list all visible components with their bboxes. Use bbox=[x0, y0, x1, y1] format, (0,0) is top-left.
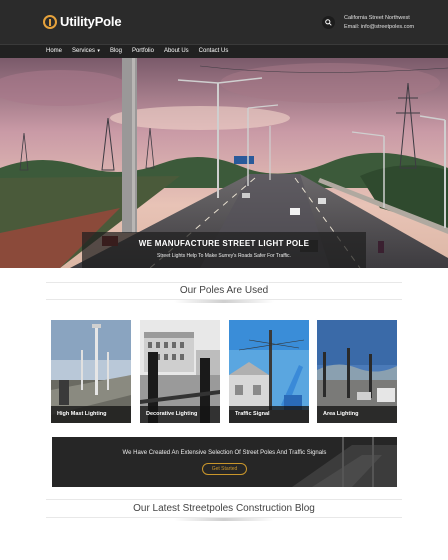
blog-section-title: Our Latest Streetpoles Construction Blog bbox=[133, 503, 315, 514]
nav-item-portfolio[interactable]: Portfolio bbox=[132, 47, 154, 56]
nav-item-contact-us[interactable]: Contact Us bbox=[199, 47, 229, 56]
get-started-button[interactable]: Get Started bbox=[202, 463, 247, 475]
contact-info: California Street Northwest Email: info@… bbox=[344, 14, 414, 32]
nav-item-about-us[interactable]: About Us bbox=[164, 47, 189, 56]
title-underline bbox=[174, 518, 274, 521]
nav-item-services-label: Services bbox=[72, 48, 96, 54]
card-label: Area Lighting bbox=[317, 406, 397, 423]
main-nav: Home Services ▾ Blog Portfolio About Us … bbox=[0, 44, 448, 58]
card-label: High Mast Lighting bbox=[51, 406, 131, 423]
card-label: Decorative Lighting bbox=[140, 406, 220, 423]
address-text: California Street Northwest bbox=[344, 15, 410, 21]
card-title: High Mast Lighting bbox=[57, 411, 107, 417]
card-title: Traffic Signal bbox=[235, 411, 270, 417]
site-header: UtilityPole California Street Northwest … bbox=[0, 0, 448, 44]
card-high-mast-lighting[interactable]: High Mast Lighting bbox=[51, 320, 131, 423]
search-button[interactable] bbox=[322, 16, 335, 29]
card-title: Decorative Lighting bbox=[146, 411, 198, 417]
card-traffic-signal[interactable]: Traffic Signal bbox=[229, 320, 309, 423]
logo-text: UtilityPole bbox=[60, 14, 122, 29]
hero-caption-band bbox=[82, 232, 366, 268]
poles-section-title: Our Poles Are Used bbox=[179, 285, 269, 296]
divider bbox=[46, 499, 402, 500]
hero-title: WE MANUFACTURE STREET LIGHT POLE bbox=[138, 239, 310, 248]
hero-subtitle: Street Lights Help To Make Surrey's Road… bbox=[157, 253, 291, 259]
logo[interactable]: UtilityPole bbox=[43, 14, 122, 29]
cta-text: We Have Created An Extensive Selection O… bbox=[122, 450, 327, 456]
title-underline bbox=[174, 300, 274, 303]
search-icon bbox=[325, 19, 332, 26]
nav-item-blog[interactable]: Blog bbox=[110, 47, 122, 56]
divider bbox=[46, 282, 402, 283]
email-text[interactable]: Email: info@streetpoles.com bbox=[344, 23, 414, 32]
nav-item-home[interactable]: Home bbox=[46, 47, 62, 56]
cta-banner: We Have Created An Extensive Selection O… bbox=[52, 437, 397, 487]
cta-background-photo bbox=[52, 437, 397, 487]
pole-logo-icon bbox=[43, 14, 57, 29]
card-area-lighting[interactable]: Area Lighting bbox=[317, 320, 397, 423]
card-title: Area Lighting bbox=[323, 411, 359, 417]
card-label: Traffic Signal bbox=[229, 406, 309, 423]
card-decorative-lighting[interactable]: Decorative Lighting bbox=[140, 320, 220, 423]
chevron-down-icon: ▾ bbox=[96, 48, 100, 54]
nav-item-services[interactable]: Services ▾ bbox=[72, 47, 100, 56]
